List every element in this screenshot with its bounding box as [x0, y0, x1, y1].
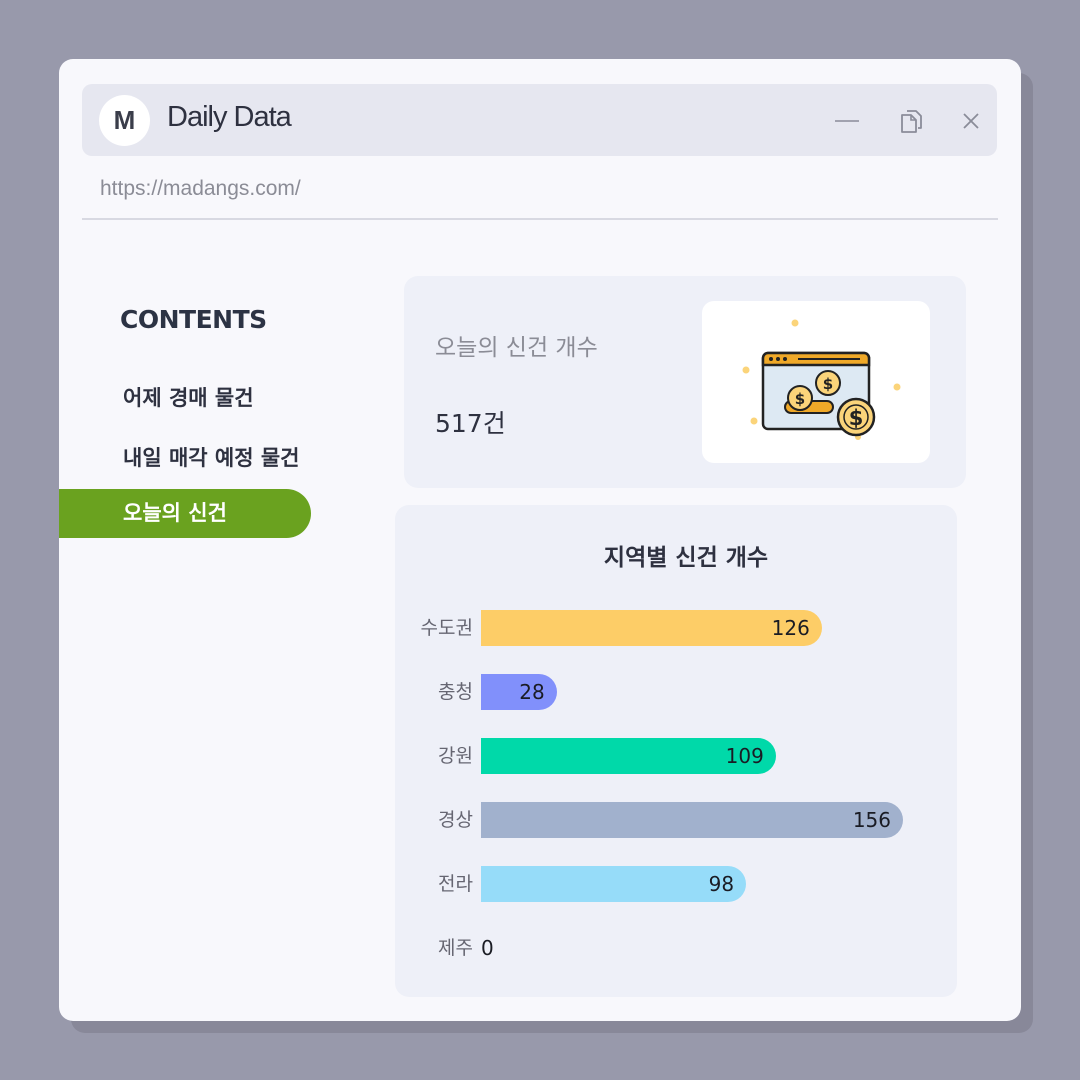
chart-category-label: 충청 — [438, 681, 473, 703]
chart-row: 제주 0 — [395, 930, 957, 966]
url-divider — [82, 218, 998, 220]
close-icon — [963, 113, 979, 129]
chart-category-label: 전라 — [438, 873, 473, 895]
chart-category-label: 강원 — [438, 745, 473, 767]
sidebar-item-today-new[interactable]: 오늘의 신건 — [59, 489, 311, 538]
chart-value-label: 98 — [708, 872, 735, 896]
chart-row: 경상 156 — [395, 802, 957, 838]
svg-text:$: $ — [795, 390, 805, 408]
chart-row: 수도권 126 — [395, 610, 957, 646]
money-browser-icon: $ $ $ — [742, 319, 901, 440]
chart-bar — [481, 866, 747, 902]
copy-icon — [901, 110, 922, 133]
sidebar-heading: CONTENTS — [120, 305, 267, 334]
svg-text:$: $ — [823, 375, 833, 393]
chart-value-label: 109 — [725, 744, 764, 768]
chart-row: 충청 28 — [395, 674, 957, 710]
chart-value-label: 28 — [519, 680, 545, 704]
chart-row: 전라 98 — [395, 866, 957, 902]
svg-text:$: $ — [849, 406, 864, 430]
summary-label: 오늘의 신건 개수 — [435, 335, 598, 361]
chart-category-label: 수도권 — [420, 617, 473, 639]
url-bar[interactable]: https://madangs.com/ — [100, 177, 301, 201]
app-logo: M — [99, 95, 150, 146]
summary-value: 517건 — [435, 409, 506, 438]
minimize-button[interactable] — [832, 106, 862, 136]
chart-row: 강원 109 — [395, 738, 957, 774]
close-button[interactable] — [956, 106, 986, 136]
region-chart-card: 지역별 신건 개수 수도권 126 충청 28 강원 109 경상 156 전라 98 제주 0 — [395, 505, 957, 997]
app-window: M Daily Data https://madangs.com/ CONTEN… — [59, 59, 1021, 1021]
sidebar-item-tomorrow-sale[interactable]: 내일 매각 예정 물건 — [123, 442, 300, 472]
chart-value-label: 126 — [771, 616, 810, 640]
summary-card: 오늘의 신건 개수 517건 $ $ $ — [404, 276, 966, 488]
minimize-icon — [835, 120, 859, 122]
sidebar-item-yesterday-auction[interactable]: 어제 경매 물건 — [123, 382, 254, 412]
summary-illustration: $ $ $ — [702, 301, 930, 463]
chart-category-label: 경상 — [438, 809, 473, 831]
app-title: Daily Data — [167, 101, 292, 133]
chart-value-label: 0 — [481, 936, 494, 960]
chart-value-label: 156 — [852, 808, 891, 832]
chart-bar — [481, 802, 903, 838]
chart-title: 지역별 신건 개수 — [603, 545, 769, 571]
title-bar: M Daily Data — [82, 84, 997, 156]
chart-category-label: 제주 — [438, 937, 473, 959]
restore-button[interactable] — [896, 106, 926, 136]
